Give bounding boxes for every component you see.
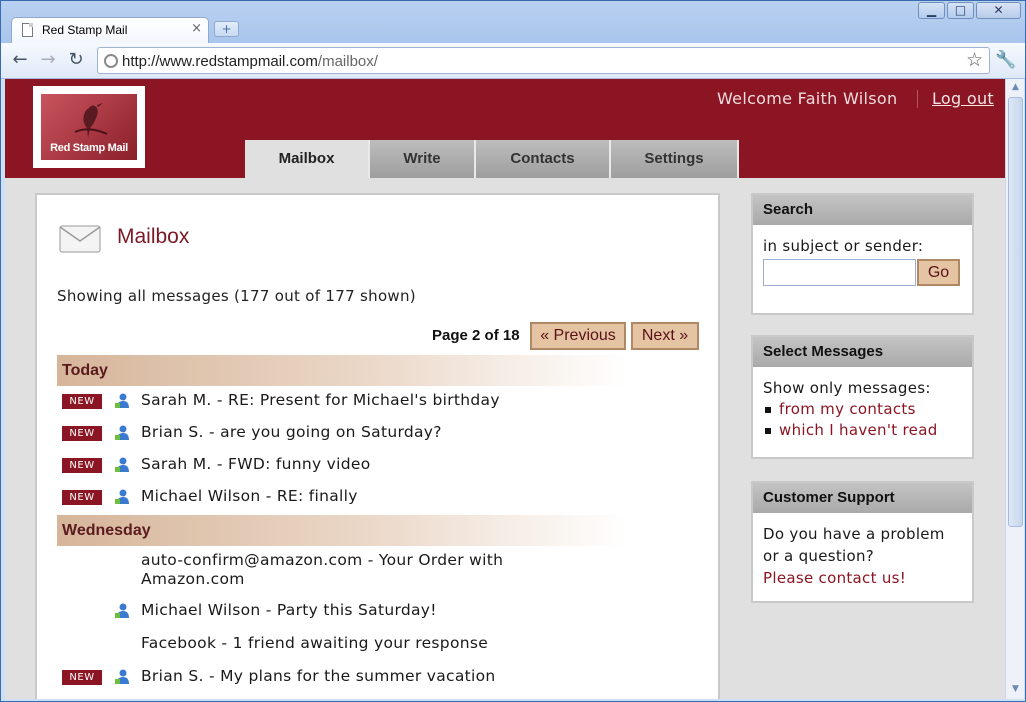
- new-badge: NEW: [62, 670, 102, 685]
- globe-icon: [104, 54, 118, 68]
- contact-icon: [115, 669, 129, 684]
- address-bar[interactable]: http://www.redstampmail.com/mailbox/ ☆: [97, 47, 990, 74]
- message-row[interactable]: NEW Sarah M. - RE: Present for Michael's…: [57, 387, 657, 419]
- browser-window: Red Stamp Mail × + ▁ □ ✕ ← → ↻ http://ww…: [0, 0, 1026, 702]
- wrench-icon[interactable]: 🔧: [995, 50, 1016, 70]
- filter-unread-link[interactable]: which I haven't read: [763, 421, 962, 439]
- message-subject[interactable]: Brian S. - My plans for the summer vacat…: [141, 667, 571, 686]
- message-row[interactable]: Facebook - 1 friend awaiting your respon…: [57, 630, 657, 662]
- page-info: Page 2 of 18: [432, 327, 520, 344]
- bird-icon: [74, 103, 108, 138]
- new-badge: NEW: [62, 490, 102, 505]
- url-path: /mailbox/: [317, 53, 378, 70]
- mailbox-panel: Mailbox Showing all messages (177 out of…: [35, 193, 720, 699]
- message-subject[interactable]: Brian S. - are you going on Saturday?: [141, 423, 571, 442]
- scroll-down-icon[interactable]: ▼: [1008, 682, 1023, 697]
- message-subject[interactable]: Michael Wilson - RE: finally: [141, 487, 571, 506]
- new-badge: NEW: [62, 394, 102, 409]
- message-subject[interactable]: auto-confirm@amazon.com - Your Order wit…: [141, 551, 571, 589]
- back-arrow-icon[interactable]: ←: [9, 50, 31, 72]
- vertical-scrollbar[interactable]: ▲ ▼: [1005, 79, 1024, 699]
- close-window-button[interactable]: ✕: [976, 2, 1021, 19]
- tab-mailbox[interactable]: Mailbox: [245, 140, 370, 178]
- title-bar: Red Stamp Mail × + ▁ □ ✕: [1, 1, 1025, 43]
- main-nav: Mailbox Write Contacts Settings: [245, 140, 739, 178]
- logo-text: Red Stamp Mail: [50, 142, 128, 154]
- tab-settings[interactable]: Settings: [611, 140, 739, 178]
- day-header-today: Today: [57, 355, 627, 386]
- page-icon: [22, 23, 33, 37]
- new-badge: NEW: [62, 426, 102, 441]
- tab-close-icon[interactable]: ×: [191, 21, 202, 36]
- message-subject[interactable]: Sarah M. - FWD: funny video: [141, 455, 571, 474]
- message-subject[interactable]: Facebook - 1 friend awaiting your respon…: [141, 634, 571, 653]
- maximize-button[interactable]: □: [947, 2, 974, 19]
- message-row[interactable]: NEW Brian S. - My plans for the summer v…: [57, 663, 657, 695]
- search-title: Search: [753, 195, 972, 225]
- logo[interactable]: Red Stamp Mail: [35, 88, 143, 166]
- message-row[interactable]: NEW Michael Wilson - RE: finally: [57, 483, 657, 515]
- tab-write[interactable]: Write: [370, 140, 476, 178]
- scroll-thumb[interactable]: [1008, 97, 1023, 527]
- select-messages-title: Select Messages: [753, 337, 972, 367]
- showing-count: Showing all messages (177 out of 177 sho…: [57, 287, 416, 305]
- new-badge: NEW: [62, 458, 102, 473]
- new-tab-button[interactable]: +: [214, 21, 239, 37]
- contact-icon: [115, 489, 129, 504]
- contact-icon: [115, 393, 129, 408]
- message-row[interactable]: NEW Sarah M. - FWD: funny video: [57, 451, 657, 483]
- support-text: Do you have a problem or a question?: [763, 525, 945, 565]
- logo-stamp: Red Stamp Mail: [41, 94, 137, 160]
- message-subject[interactable]: Sarah M. - RE: Present for Michael's bir…: [141, 391, 571, 410]
- bookmark-star-icon[interactable]: ☆: [966, 49, 983, 71]
- scroll-up-icon[interactable]: ▲: [1008, 80, 1023, 95]
- message-row[interactable]: auto-confirm@amazon.com - Your Order wit…: [57, 547, 657, 595]
- contact-icon: [115, 425, 129, 440]
- reload-icon[interactable]: ↻: [65, 50, 87, 72]
- filter-contacts-link[interactable]: from my contacts: [763, 400, 962, 418]
- go-button[interactable]: Go: [917, 259, 960, 286]
- browser-toolbar: ← → ↻ http://www.redstampmail.com/mailbo…: [1, 43, 1025, 79]
- select-messages-body: Show only messages: from my contacts whi…: [753, 367, 972, 449]
- forward-arrow-icon[interactable]: →: [37, 50, 59, 72]
- contact-us-link[interactable]: Please contact us!: [763, 567, 962, 589]
- site-header: Red Stamp Mail Welcome Faith Wilson Log …: [5, 79, 1005, 178]
- select-label: Show only messages:: [763, 379, 931, 397]
- url-text: http://www.redstampmail.com/mailbox/: [122, 53, 378, 70]
- logout-link[interactable]: Log out: [932, 89, 994, 108]
- customer-support-box: Customer Support Do you have a problem o…: [751, 481, 974, 603]
- support-title: Customer Support: [753, 483, 972, 513]
- tab-title: Red Stamp Mail: [42, 23, 128, 37]
- browser-tab[interactable]: Red Stamp Mail ×: [11, 17, 209, 43]
- search-input[interactable]: [763, 259, 916, 286]
- search-box: Search in subject or sender: Go: [751, 193, 974, 315]
- contact-icon: [115, 457, 129, 472]
- welcome-text: Welcome Faith Wilson: [717, 89, 898, 108]
- contact-icon: [115, 603, 129, 618]
- message-row[interactable]: NEW Brian S. - are you going on Saturday…: [57, 419, 657, 451]
- url-host: http://www.redstampmail.com: [122, 53, 318, 70]
- day-header-wednesday: Wednesday: [57, 515, 627, 546]
- envelope-icon: [59, 225, 101, 253]
- support-body: Do you have a problem or a question? Ple…: [753, 513, 972, 599]
- header-divider: [917, 90, 918, 108]
- message-subject[interactable]: Michael Wilson - Party this Saturday!: [141, 601, 571, 620]
- minimize-button[interactable]: ▁: [918, 2, 945, 19]
- page-title: Mailbox: [117, 225, 190, 248]
- window-controls: ▁ □ ✕: [918, 2, 1021, 19]
- message-row[interactable]: Michael Wilson - Party this Saturday!: [57, 597, 657, 629]
- page-viewport: Red Stamp Mail Welcome Faith Wilson Log …: [5, 79, 1005, 699]
- select-messages-box: Select Messages Show only messages: from…: [751, 335, 974, 459]
- next-button[interactable]: Next »: [631, 322, 699, 350]
- previous-button[interactable]: « Previous: [530, 322, 626, 350]
- tab-contacts[interactable]: Contacts: [476, 140, 611, 178]
